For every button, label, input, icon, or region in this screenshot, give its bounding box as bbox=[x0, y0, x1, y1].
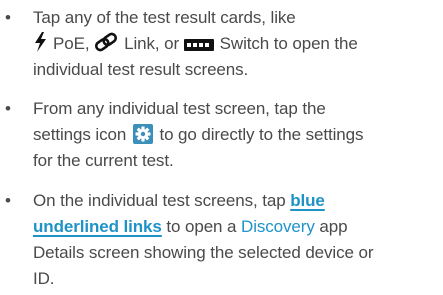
item-3-line-2: underlined links to open a Discovery app bbox=[33, 214, 348, 240]
settings-text: settings icon bbox=[33, 125, 127, 144]
switch-label: Switch to open the bbox=[219, 34, 358, 53]
gear-icon bbox=[132, 124, 153, 144]
item-3-text: On the individual test screens, tap bbox=[33, 191, 286, 210]
instructions-page: • Tap any of the test result cards, like… bbox=[0, 0, 443, 295]
chain-link-icon bbox=[94, 32, 118, 52]
item-2-line-3: for the current test. bbox=[33, 151, 174, 170]
bullet: • bbox=[5, 99, 11, 118]
item-2-line-1: From any individual test screen, tap the bbox=[33, 99, 326, 118]
bullet: • bbox=[5, 191, 11, 210]
switch-icon bbox=[183, 38, 214, 52]
item-1-line-3: individual test result screens. bbox=[33, 60, 249, 79]
item-3-line-1: On the individual test screens, tap blue bbox=[33, 188, 325, 214]
blue-underlined-link[interactable]: blue bbox=[290, 191, 325, 210]
item-3-text: to open a bbox=[166, 217, 237, 236]
lightning-bolt-icon bbox=[33, 32, 47, 52]
item-1-line-2: PoE, Link, or Switch to open the bbox=[33, 31, 358, 57]
item-3-line-4: ID. bbox=[33, 269, 55, 288]
item-1-line-1: Tap any of the test result cards, like bbox=[33, 8, 296, 27]
item-3-line-3: Details screen showing the selected devi… bbox=[33, 243, 374, 262]
settings-text-after: to go directly to the settings bbox=[159, 125, 364, 144]
item-3-text: app bbox=[319, 217, 348, 236]
blue-underlined-link[interactable]: underlined links bbox=[33, 217, 162, 236]
poe-label: PoE, bbox=[53, 34, 90, 53]
bullet: • bbox=[5, 8, 11, 27]
item-2-line-2: settings icon to go directly to the sett… bbox=[33, 122, 364, 148]
discovery-app-name: Discovery bbox=[241, 217, 315, 236]
link-label: Link, or bbox=[124, 34, 180, 53]
